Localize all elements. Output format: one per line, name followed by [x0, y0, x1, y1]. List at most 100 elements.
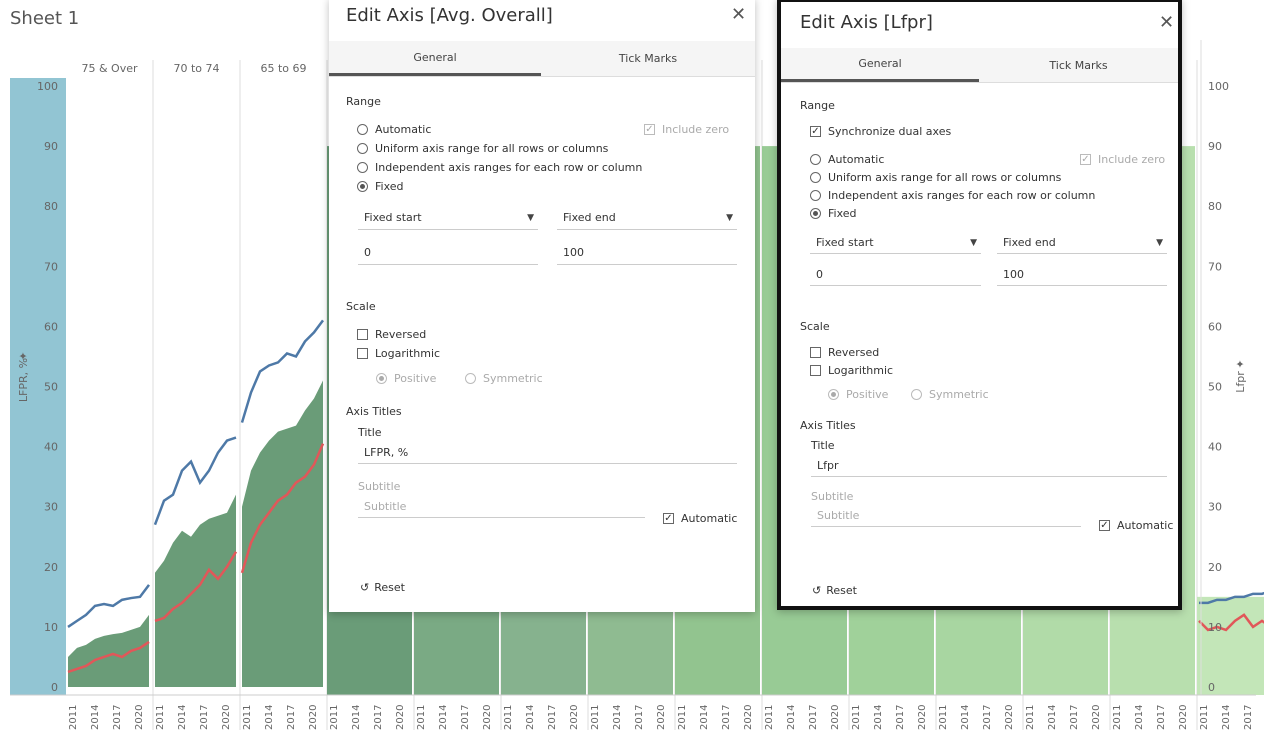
checkbox-icon — [357, 348, 368, 359]
right-axis-tick: 20 — [1208, 561, 1222, 574]
fixed-end-dropdown[interactable]: Fixed end ▼ — [997, 232, 1167, 254]
year-tick-label: 2017 — [982, 705, 993, 730]
year-tick-label: 2014 — [90, 705, 101, 730]
year-tick-label: 2017 — [460, 705, 471, 730]
axis-subtitle-input[interactable] — [358, 496, 645, 518]
axis-titles-label: Axis Titles — [346, 405, 402, 418]
year-tick-label: 2011 — [851, 705, 862, 730]
undo-icon: ↺ — [360, 581, 370, 594]
range-automatic-option[interactable]: Automatic — [810, 153, 884, 166]
positive-radio: Positive — [828, 388, 888, 401]
year-tick-label: 2014 — [1047, 705, 1058, 730]
year-tick-label: 2014 — [351, 705, 362, 730]
year-tick-label: 2020 — [1091, 705, 1102, 730]
right-axis-tick: 90 — [1208, 140, 1222, 153]
synchronize-dual-axes-checkbox[interactable]: ✓ Synchronize dual axes — [810, 125, 951, 138]
blue-line-series — [67, 584, 151, 628]
tab-tick-marks[interactable]: Tick Marks — [979, 48, 1178, 82]
left-axis-tick: 0 — [51, 681, 58, 694]
year-tick-label: 2011 — [155, 705, 166, 730]
year-tick-label: 2017 — [1069, 705, 1080, 730]
right-axis-tick: 10 — [1208, 621, 1222, 634]
close-icon[interactable]: ✕ — [731, 6, 746, 24]
reversed-checkbox[interactable]: Reversed — [357, 328, 426, 341]
title-label: Title — [358, 426, 382, 439]
year-tick-label: 2020 — [917, 705, 928, 730]
include-zero-checkbox: ✓ Include zero — [644, 123, 730, 136]
year-tick-label: 2017 — [634, 705, 645, 730]
year-tick-label: 2011 — [416, 705, 427, 730]
fixed-start-dropdown[interactable]: Fixed start ▼ — [810, 232, 981, 254]
left-axis-tick: 100 — [37, 80, 58, 93]
subtitle-automatic-checkbox[interactable]: ✓ Automatic — [1099, 519, 1173, 532]
radio-selected-icon — [810, 208, 821, 219]
range-uniform-option[interactable]: Uniform axis range for all rows or colum… — [357, 142, 608, 155]
year-tick-label: 2011 — [329, 705, 340, 730]
undo-icon: ↺ — [812, 584, 822, 597]
radio-icon — [357, 162, 368, 173]
range-fixed-option[interactable]: Fixed — [357, 180, 404, 193]
tab-general[interactable]: General — [329, 41, 541, 76]
range-automatic-option[interactable]: Automatic — [357, 123, 431, 136]
close-icon[interactable]: ✕ — [1159, 14, 1174, 32]
left-axis-tick: 30 — [44, 501, 58, 514]
year-tick-label: 2014 — [612, 705, 623, 730]
logarithmic-checkbox[interactable]: Logarithmic — [810, 364, 893, 377]
radio-selected-icon — [828, 389, 839, 400]
range-independent-option[interactable]: Independent axis ranges for each row or … — [810, 189, 1095, 202]
tab-tick-marks[interactable]: Tick Marks — [541, 41, 755, 76]
fixed-end-input[interactable] — [997, 264, 1167, 286]
axis-title-input[interactable] — [811, 455, 1167, 477]
year-tick-label: 2020 — [308, 705, 319, 730]
year-tick-label: 2020 — [134, 705, 145, 730]
year-tick-label: 2011 — [764, 705, 775, 730]
range-fixed-option[interactable]: Fixed — [810, 207, 857, 220]
year-tick-label: 2017 — [895, 705, 906, 730]
year-tick-label: 2014 — [960, 705, 971, 730]
radio-icon — [911, 389, 922, 400]
year-tick-label: 2020 — [569, 705, 580, 730]
year-tick-label: 2014 — [1221, 705, 1232, 730]
panel-header: 75 & Over — [81, 62, 138, 75]
year-tick-label: 2014 — [1134, 705, 1145, 730]
year-tick-label: 2011 — [68, 705, 79, 730]
scale-label: Scale — [346, 300, 376, 313]
axis-title-input[interactable] — [358, 442, 737, 464]
axis-subtitle-input[interactable] — [811, 505, 1081, 527]
right-axis-tick: 0 — [1208, 681, 1215, 694]
range-independent-option[interactable]: Independent axis ranges for each row or … — [357, 161, 642, 174]
fixed-start-dropdown[interactable]: Fixed start ▼ — [358, 206, 538, 230]
fixed-end-dropdown[interactable]: Fixed end ▼ — [557, 206, 737, 230]
left-axis-title: LFPR, % — [17, 358, 30, 402]
radio-icon — [810, 154, 821, 165]
edit-axis-lfpr-dialog: Edit Axis [Lfpr] ✕ General Tick Marks Ra… — [777, 0, 1182, 610]
fixed-start-input[interactable] — [358, 241, 538, 265]
tab-general[interactable]: General — [781, 48, 979, 82]
symmetric-radio: Symmetric — [911, 388, 989, 401]
year-tick-label: 2014 — [786, 705, 797, 730]
reset-button[interactable]: ↺ Reset — [812, 584, 857, 597]
reversed-checkbox[interactable]: Reversed — [810, 346, 879, 359]
radio-icon — [465, 373, 476, 384]
include-zero-checkbox: ✓ Include zero — [1080, 153, 1166, 166]
year-tick-label: 2020 — [743, 705, 754, 730]
left-axis-tick: 90 — [44, 140, 58, 153]
logarithmic-checkbox[interactable]: Logarithmic — [357, 347, 440, 360]
subtitle-automatic-checkbox[interactable]: ✓ Automatic — [663, 512, 737, 525]
year-tick-label: 2020 — [482, 705, 493, 730]
right-axis-tick: 60 — [1208, 320, 1222, 333]
fixed-end-input[interactable] — [557, 241, 737, 265]
radio-selected-icon — [376, 373, 387, 384]
year-tick-label: 2017 — [547, 705, 558, 730]
radio-icon — [810, 190, 821, 201]
fixed-start-input[interactable] — [810, 264, 981, 286]
checkbox-icon — [357, 329, 368, 340]
subtitle-label: Subtitle — [358, 480, 401, 493]
year-tick-label: 2017 — [1243, 705, 1254, 730]
year-tick-label: 2017 — [199, 705, 210, 730]
area-series — [68, 614, 149, 687]
range-uniform-option[interactable]: Uniform axis range for all rows or colum… — [810, 171, 1061, 184]
dialog-title: Edit Axis [Lfpr] — [800, 12, 933, 33]
reset-button[interactable]: ↺ Reset — [360, 581, 405, 594]
title-label: Title — [811, 439, 835, 452]
